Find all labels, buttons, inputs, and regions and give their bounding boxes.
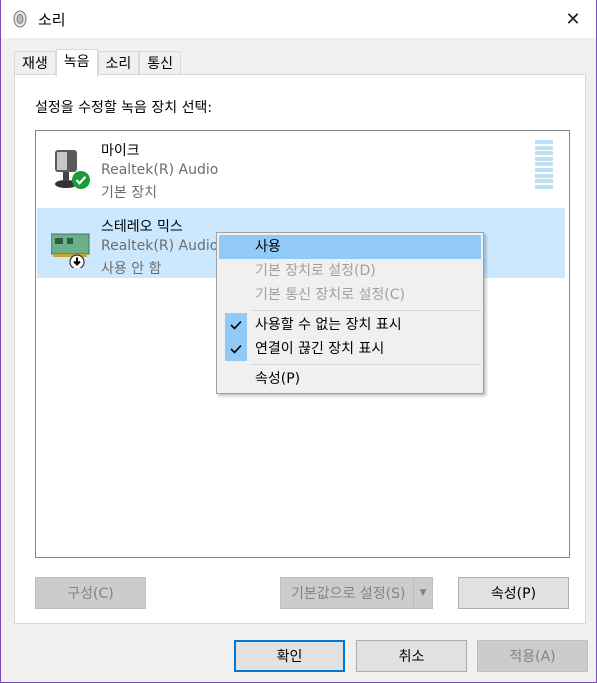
device-item-microphone[interactable]: 마이크 Realtek(R) Audio 기본 장치 [37, 132, 565, 202]
window-title: 소리 [38, 11, 66, 29]
menu-item-enable[interactable]: 사용 [219, 235, 481, 259]
title-bar: 소리 ✕ [1, 0, 596, 38]
sound-dialog: 소리 ✕ 재생 녹음 소리 통신 설정을 수정할 녹음 장치 선택: 마이크 R… [0, 0, 597, 683]
device-name: 스테레오 믹스 [101, 219, 183, 235]
ok-button[interactable]: 확인 [234, 640, 345, 672]
device-name: 마이크 [101, 143, 140, 159]
device-status: 기본 장치 [101, 185, 157, 201]
tab-recording[interactable]: 녹음 [55, 49, 98, 77]
context-menu: 사용 기본 장치로 설정(D) 기본 통신 장치로 설정(C) 사용할 수 없는… [216, 232, 484, 394]
menu-separator [251, 310, 481, 311]
tab-strip: 재생 녹음 소리 통신 [14, 49, 182, 77]
set-default-label: 기본값으로 설정(S) [291, 586, 406, 602]
level-meter [535, 140, 553, 190]
close-icon[interactable]: ✕ [562, 8, 584, 30]
menu-item-show-disabled-devices[interactable]: 사용할 수 없는 장치 표시 [219, 313, 481, 337]
sound-card-icon [51, 233, 90, 268]
device-status: 사용 안 함 [101, 261, 162, 277]
chevron-down-icon[interactable]: ▼ [413, 578, 432, 608]
tab-communications[interactable]: 통신 [139, 51, 182, 76]
menu-item-show-disconnected-devices[interactable]: 연결이 끊긴 장치 표시 [219, 337, 481, 361]
set-default-button[interactable]: 기본값으로 설정(S) ▼ [280, 577, 433, 609]
apply-button[interactable]: 적용(A) [477, 640, 588, 672]
configure-button[interactable]: 구성(C) [35, 577, 146, 609]
device-driver: Realtek(R) Audio [101, 162, 219, 178]
instruction-label: 설정을 수정할 녹음 장치 선택: [35, 100, 213, 116]
microphone-icon [55, 150, 90, 189]
tab-playback[interactable]: 재생 [14, 51, 56, 76]
check-icon [225, 313, 247, 337]
speaker-app-icon [13, 10, 27, 28]
menu-item-set-default-device[interactable]: 기본 장치로 설정(D) [219, 259, 481, 283]
cancel-button[interactable]: 취소 [356, 640, 467, 672]
tab-sounds[interactable]: 소리 [97, 51, 140, 76]
device-driver: Realtek(R) Audio [101, 238, 219, 254]
menu-item-properties[interactable]: 속성(P) [219, 367, 481, 391]
menu-separator [251, 364, 481, 365]
menu-item-set-default-comm-device[interactable]: 기본 통신 장치로 설정(C) [219, 283, 481, 307]
check-icon [225, 337, 247, 361]
properties-button[interactable]: 속성(P) [458, 577, 569, 609]
